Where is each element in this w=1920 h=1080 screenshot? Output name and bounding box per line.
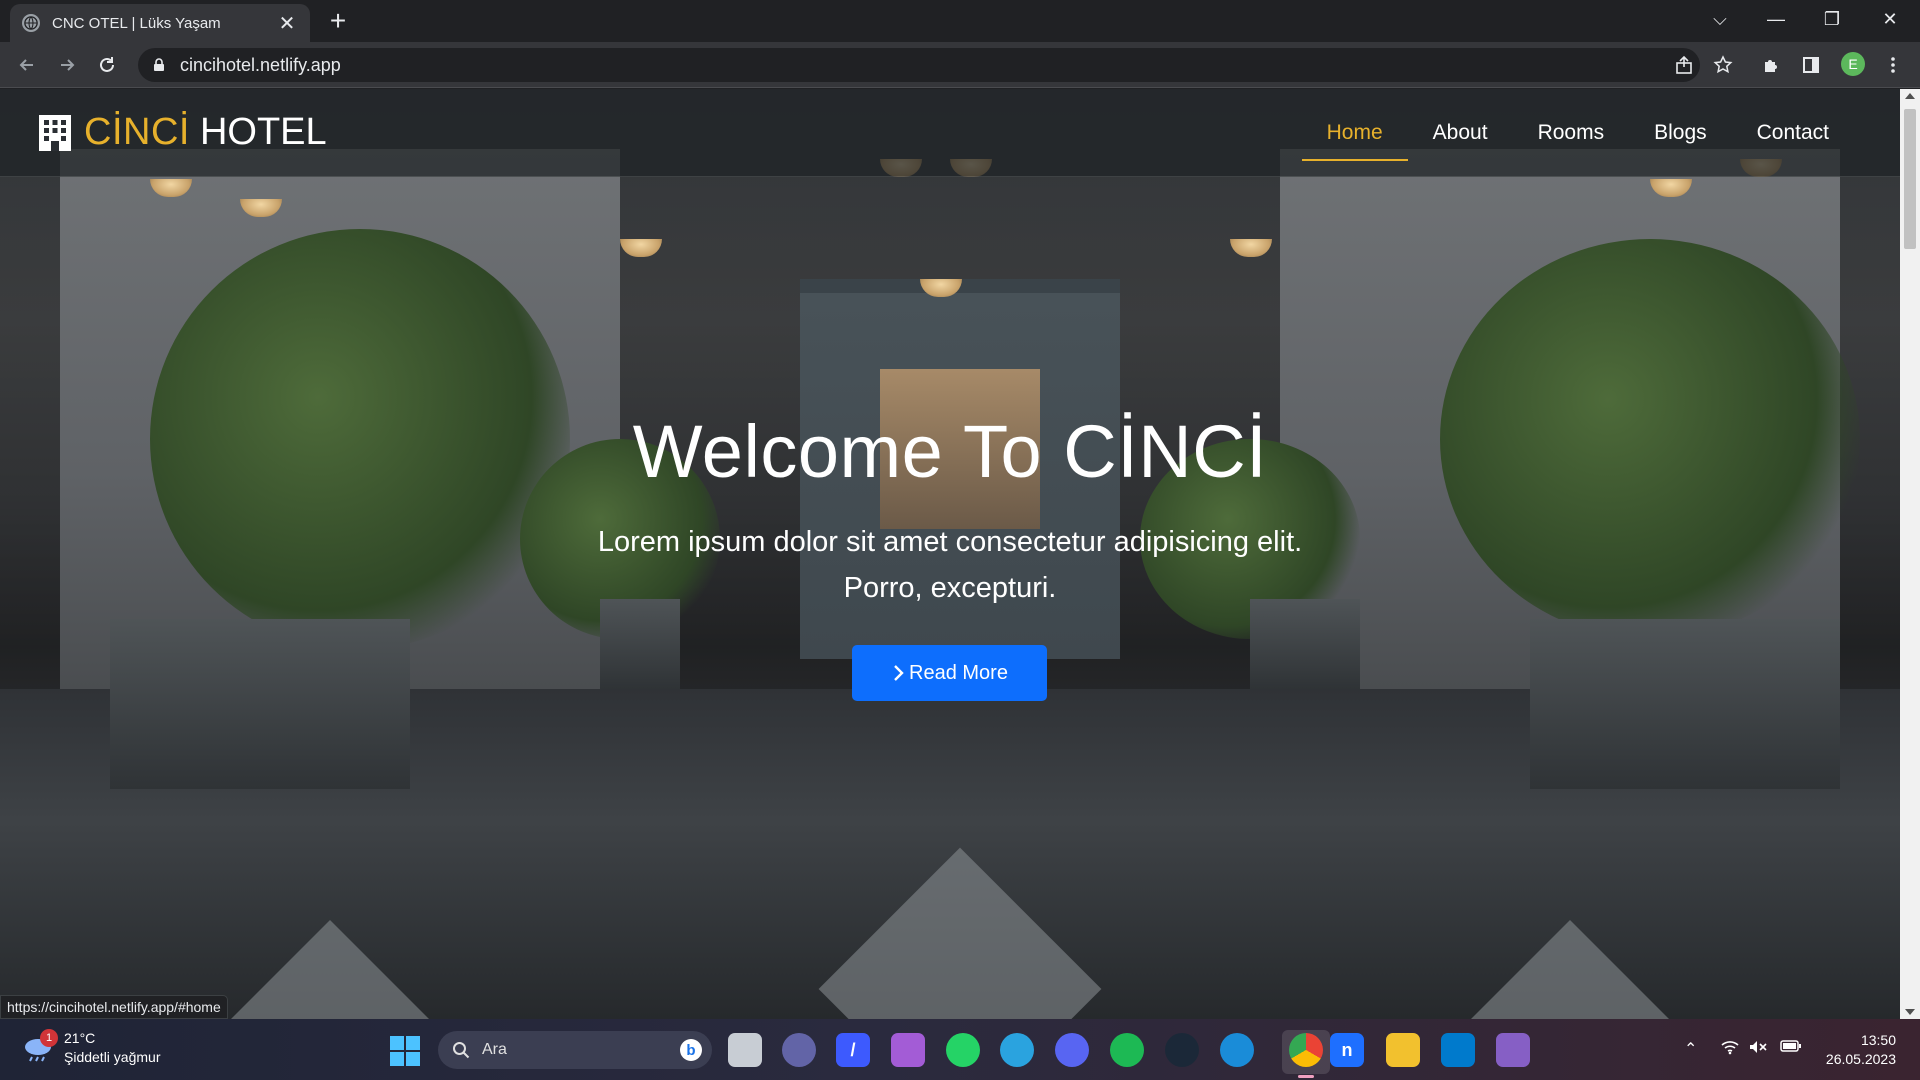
stone-planter — [1250, 599, 1360, 689]
page-viewport: CİNCİ HOTEL Home About Rooms Blogs Conta… — [0, 89, 1900, 1019]
brand-name-primary: CİNCİ — [84, 111, 190, 153]
lock-icon — [154, 58, 164, 71]
weather-widget[interactable]: 1 21°C Şiddetli yağmur — [22, 1029, 161, 1067]
site-navbar: CİNCİ HOTEL Home About Rooms Blogs Conta… — [0, 89, 1900, 177]
chrome-menu-icon[interactable] — [1882, 54, 1904, 76]
files-app-icon[interactable] — [891, 1033, 925, 1067]
share-icon[interactable] — [1674, 55, 1694, 75]
back-arrow-icon — [19, 59, 33, 71]
tab-search-chevron-icon[interactable]: ⌵ — [1692, 0, 1748, 38]
read-more-label: Read More — [909, 661, 1008, 684]
sticky-notes-icon[interactable] — [1386, 1033, 1420, 1067]
wifi-icon[interactable] — [1720, 1039, 1740, 1060]
hero-subtitle: Lorem ipsum dolor sit amet consectetur a… — [0, 519, 1900, 611]
nav-link-rooms[interactable]: Rooms — [1513, 89, 1630, 177]
hero-title: Welcome To CİNCİ — [632, 410, 1268, 493]
spotify-icon[interactable] — [1110, 1033, 1144, 1067]
show-hidden-icons-chevron-icon[interactable]: ⌃ — [1684, 1039, 1697, 1059]
rain-cloud-icon: 1 — [22, 1029, 58, 1063]
search-placeholder: Ara — [482, 1041, 507, 1058]
windows-taskbar: 1 21°C Şiddetli yağmur Ara b / n ⌃ 13:50… — [0, 1019, 1920, 1080]
forward-button[interactable] — [52, 50, 82, 80]
hero-subtitle-line1: Lorem ipsum dolor sit amet consectetur a… — [597, 526, 1303, 558]
browser-tab[interactable]: CNC OTEL | Lüks Yaşam ✕ — [10, 4, 310, 42]
edge-icon[interactable] — [1220, 1033, 1254, 1067]
address-url: cincihotel.netlify.app — [180, 54, 341, 75]
address-bar[interactable]: cincihotel.netlify.app — [138, 48, 1700, 82]
forward-arrow-icon — [61, 59, 75, 71]
windows-start-icon[interactable] — [390, 1036, 420, 1066]
scroll-up-arrow-icon[interactable] — [1905, 93, 1915, 99]
hero-subtitle-line2: Porro, excepturi. — [843, 572, 1057, 604]
restore-button[interactable]: ❐ — [1804, 0, 1860, 38]
page-scrollbar[interactable] — [1900, 89, 1920, 1019]
scroll-down-arrow-icon[interactable] — [1905, 1009, 1915, 1015]
hotel-building-icon — [39, 114, 71, 151]
task-view-icon[interactable] — [728, 1033, 762, 1067]
stone-planter — [600, 599, 680, 689]
tab-close-icon[interactable]: ✕ — [276, 11, 298, 36]
telegram-icon[interactable] — [1000, 1033, 1034, 1067]
notification-badge: 1 — [40, 1029, 58, 1047]
link-status-bar: https://cincihotel.netlify.app/#home — [0, 995, 228, 1019]
whatsapp-icon[interactable] — [946, 1033, 980, 1067]
bookmark-star-icon[interactable] — [1712, 54, 1734, 76]
scrollbar-thumb[interactable] — [1904, 109, 1916, 249]
site-brand[interactable]: CİNCİ HOTEL — [36, 111, 327, 154]
steam-icon[interactable] — [1165, 1033, 1199, 1067]
minimize-button[interactable]: — — [1748, 0, 1804, 38]
stone-planter — [110, 619, 410, 789]
reload-icon — [100, 57, 114, 72]
battery-icon[interactable] — [1780, 1039, 1802, 1058]
linear-app-icon[interactable]: / — [836, 1033, 870, 1067]
system-clock[interactable]: 13:50 26.05.2023 — [1826, 1031, 1896, 1069]
nav-link-home[interactable]: Home — [1301, 89, 1408, 177]
bing-icon[interactable]: b — [680, 1039, 702, 1061]
discord-icon[interactable] — [1055, 1033, 1089, 1067]
site-nav-links: Home About Rooms Blogs Contact — [1301, 89, 1854, 177]
weather-temperature: 21°C — [64, 1030, 96, 1046]
chevron-right-icon — [894, 665, 904, 681]
side-panel-icon[interactable] — [1800, 54, 1822, 76]
back-button[interactable] — [12, 50, 42, 80]
volume-muted-icon[interactable] — [1748, 1039, 1768, 1060]
chrome-icon[interactable] — [1289, 1033, 1323, 1067]
browser-tabstrip: CNC OTEL | Lüks Yaşam ✕ + ⌵ — ❐ ✕ — [0, 0, 1920, 42]
weather-description: Şiddetli yağmur — [64, 1049, 161, 1065]
vscode-icon[interactable] — [1441, 1033, 1475, 1067]
teams-meet-icon[interactable] — [782, 1033, 816, 1067]
extensions-puzzle-icon[interactable] — [1760, 54, 1782, 76]
taskbar-search[interactable]: Ara b — [438, 1031, 712, 1069]
profile-avatar[interactable]: E — [1841, 52, 1865, 76]
nav-link-about[interactable]: About — [1408, 89, 1513, 177]
close-window-button[interactable]: ✕ — [1862, 0, 1918, 38]
clock-time: 13:50 — [1860, 1032, 1896, 1048]
read-more-button[interactable]: Read More — [852, 645, 1047, 701]
notion-like-app-icon[interactable]: n — [1330, 1033, 1364, 1067]
active-app-indicator — [1298, 1075, 1314, 1078]
globe-icon — [22, 14, 40, 32]
visual-studio-icon[interactable] — [1496, 1033, 1530, 1067]
nav-link-blogs[interactable]: Blogs — [1629, 89, 1732, 177]
new-tab-button[interactable]: + — [322, 6, 354, 38]
search-icon — [453, 1042, 470, 1059]
clock-date: 26.05.2023 — [1825, 1051, 1896, 1067]
stone-planter — [1530, 619, 1840, 789]
brand-name-secondary: HOTEL — [199, 111, 327, 153]
tab-title: CNC OTEL | Lüks Yaşam — [52, 14, 221, 32]
nav-link-contact[interactable]: Contact — [1732, 89, 1854, 177]
browser-toolbar: cincihotel.netlify.app — [0, 42, 1920, 88]
reload-button[interactable] — [92, 50, 122, 80]
